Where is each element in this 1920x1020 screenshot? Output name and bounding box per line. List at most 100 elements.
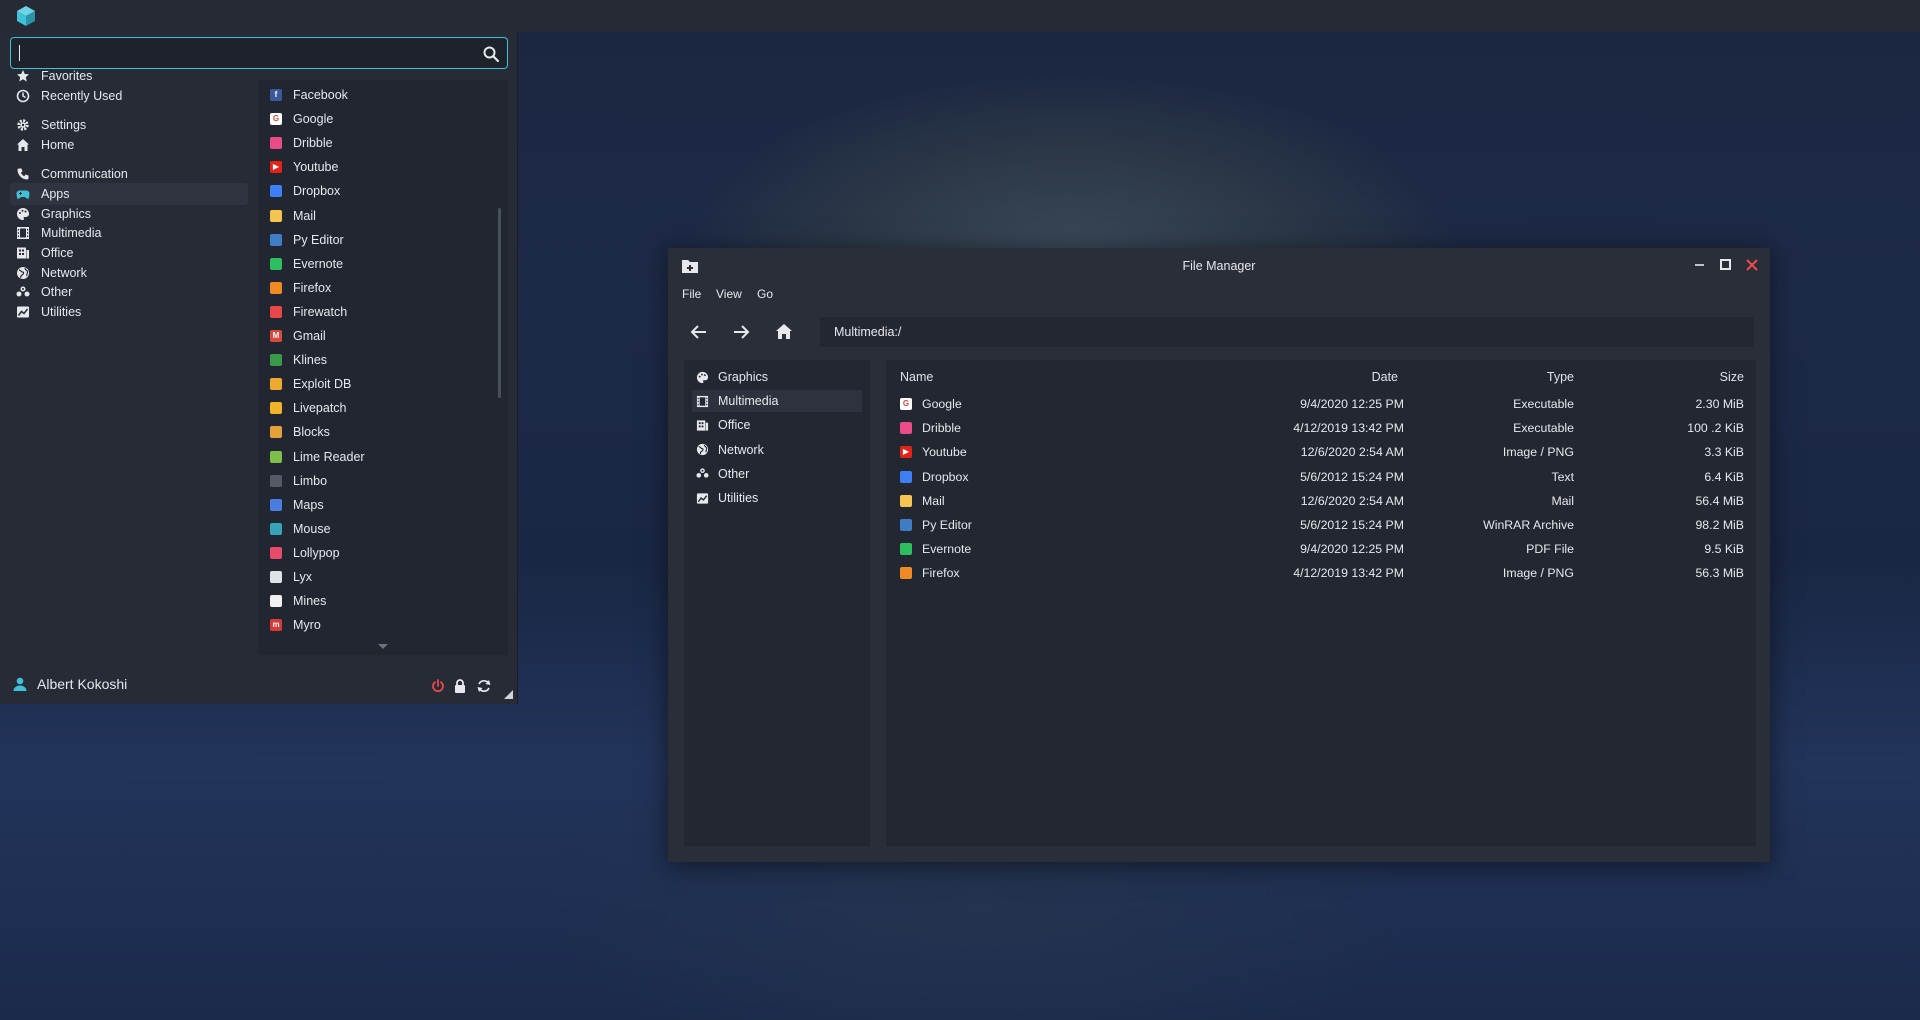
place-other[interactable]: Other [692, 463, 862, 485]
file-type: Mail [1551, 493, 1574, 508]
app-evernote[interactable]: Evernote [270, 253, 343, 275]
category-settings[interactable]: Settings [10, 114, 248, 136]
app-firewatch[interactable]: Firewatch [270, 301, 347, 323]
file-date: 9/4/2020 12:25 PM [1300, 397, 1404, 411]
file-type: Executable [1513, 421, 1574, 436]
menu-file[interactable]: File [682, 284, 701, 304]
category-label: Network [41, 266, 87, 280]
app-list: f Facebook G Google Dribble ▶ Youtube Dropbox Ma… [258, 80, 508, 655]
app-exploit-db[interactable]: Exploit DB [270, 373, 351, 395]
lock-icon[interactable] [452, 678, 468, 694]
app-dribble[interactable]: Dribble [270, 132, 333, 154]
file-row[interactable]: Evernote 9/4/2020 12:25 PM PDF File 9.5 KiB [886, 538, 1756, 560]
close-icon[interactable] [1744, 257, 1760, 273]
cube-logo-icon[interactable] [14, 4, 38, 28]
file-row[interactable]: ▶ Youtube 12/6/2020 2:54 AM Image / PNG 3.3 … [886, 441, 1756, 463]
forward-arrow-icon[interactable] [731, 322, 751, 342]
column-header-type[interactable]: Type [1547, 370, 1574, 384]
category-favorites[interactable]: Favorites [10, 65, 248, 87]
app-label: Dribble [293, 136, 333, 151]
app-label: Evernote [293, 256, 344, 271]
app-klines[interactable]: Klines [270, 349, 327, 371]
dribbble-icon [900, 422, 912, 435]
firefox-icon [270, 281, 282, 294]
app-label: Gmail [293, 329, 326, 343]
column-header-date[interactable]: Date [1372, 370, 1398, 384]
firewatch-icon [270, 305, 282, 318]
place-multimedia[interactable]: Multimedia [692, 390, 862, 413]
column-header-size[interactable]: Size [1720, 370, 1744, 384]
app-google[interactable]: G Google [270, 108, 333, 130]
file-row[interactable]: Dropbox 5/6/2012 15:24 PM Text 6.4 KiB [886, 466, 1756, 488]
place-office[interactable]: Office [692, 414, 862, 436]
app-limbo[interactable]: Limbo [270, 470, 327, 492]
file-size: 2.30 MiB [1695, 397, 1744, 411]
place-label: Multimedia [718, 394, 779, 409]
app-firefox[interactable]: Firefox [270, 277, 331, 299]
search-input[interactable] [23, 42, 463, 64]
myro-icon: m [270, 619, 282, 632]
app-mouse[interactable]: Mouse [270, 518, 331, 540]
category-label: Home [41, 138, 75, 152]
place-utilities[interactable]: Utilities [692, 487, 862, 509]
minimize-icon[interactable] [1692, 257, 1708, 273]
app-mines[interactable]: Mines [270, 590, 326, 612]
place-graphics[interactable]: Graphics [692, 366, 862, 388]
app-lollypop[interactable]: Lollypop [270, 542, 340, 564]
file-row[interactable]: Firefox 4/12/2019 13:42 PM Image / PNG 56.3… [886, 562, 1756, 584]
app-myro[interactable]: m Myro [270, 614, 321, 636]
file-type: Image / PNG [1502, 566, 1574, 581]
app-youtube[interactable]: ▶ Youtube [270, 156, 338, 178]
maximize-icon[interactable] [1718, 257, 1734, 273]
address-bar[interactable]: Multimedia:/ [820, 317, 1754, 347]
app-label: Mouse [293, 521, 331, 536]
category-label: Communication [41, 167, 128, 181]
file-type: PDF File [1526, 542, 1574, 557]
app-facebook[interactable]: f Facebook [270, 84, 348, 106]
window-title: File Manager [1182, 259, 1256, 273]
file-manager-window: File Manager File View Go Multimedia:/ G… [668, 248, 1770, 862]
file-row[interactable]: G Google 9/4/2020 12:25 PM Executable 2.30 M… [886, 393, 1756, 415]
other-icon [16, 286, 30, 297]
category-communication[interactable]: Communication [10, 163, 248, 185]
file-row[interactable]: Dribble 4/12/2019 13:42 PM Executable 100 .… [886, 417, 1756, 439]
column-header-name[interactable]: Name [900, 370, 933, 384]
home-icon[interactable] [774, 322, 794, 342]
app-py-editor[interactable]: Py Editor [270, 229, 344, 251]
menu-go[interactable]: Go [757, 284, 773, 304]
dropbox-icon [270, 185, 282, 198]
file-name: Mail [922, 493, 945, 508]
app-gmail[interactable]: M Gmail [270, 325, 326, 347]
category-home[interactable]: Home [10, 134, 248, 156]
clock-icon [16, 89, 30, 103]
search-icon[interactable] [482, 45, 500, 63]
scroll-down-arrow-icon[interactable] [378, 644, 388, 649]
back-arrow-icon[interactable] [689, 322, 709, 342]
category-recently-used[interactable]: Recently Used [10, 85, 248, 107]
refresh-icon[interactable] [476, 678, 492, 694]
file-size: 56.3 MiB [1695, 566, 1744, 581]
category-utilities[interactable]: Utilities [10, 301, 248, 323]
app-label: Firewatch [293, 304, 348, 319]
app-maps[interactable]: Maps [270, 494, 324, 516]
category-label: Multimedia [41, 226, 102, 240]
resize-grip[interactable] [504, 690, 513, 699]
app-lime-reader[interactable]: Lime Reader [270, 446, 365, 468]
category-multimedia[interactable]: Multimedia [10, 222, 248, 244]
app-livepatch[interactable]: Livepatch [270, 397, 347, 419]
power-icon[interactable] [430, 678, 446, 694]
app-blocks[interactable]: Blocks [270, 421, 330, 443]
app-lyx[interactable]: Lyx [270, 566, 312, 588]
file-row[interactable]: Py Editor 5/6/2012 15:24 PM WinRAR Archive… [886, 514, 1756, 536]
app-mail[interactable]: Mail [270, 205, 316, 227]
place-network[interactable]: Network [692, 439, 862, 461]
file-row[interactable]: Mail 12/6/2020 2:54 AM Mail 56.4 MiB [886, 490, 1756, 512]
user-account[interactable]: Albert Kokoshi [12, 676, 127, 692]
menu-view[interactable]: View [716, 284, 742, 304]
category-office[interactable]: Office [10, 242, 248, 264]
category-other[interactable]: Other [10, 281, 248, 303]
file-list: Name Date Type Size G Google 9/4/2020 12:2… [886, 360, 1756, 846]
category-apps[interactable]: Apps [10, 183, 248, 205]
app-list-scrollbar[interactable] [498, 208, 501, 398]
app-dropbox[interactable]: Dropbox [270, 180, 340, 202]
